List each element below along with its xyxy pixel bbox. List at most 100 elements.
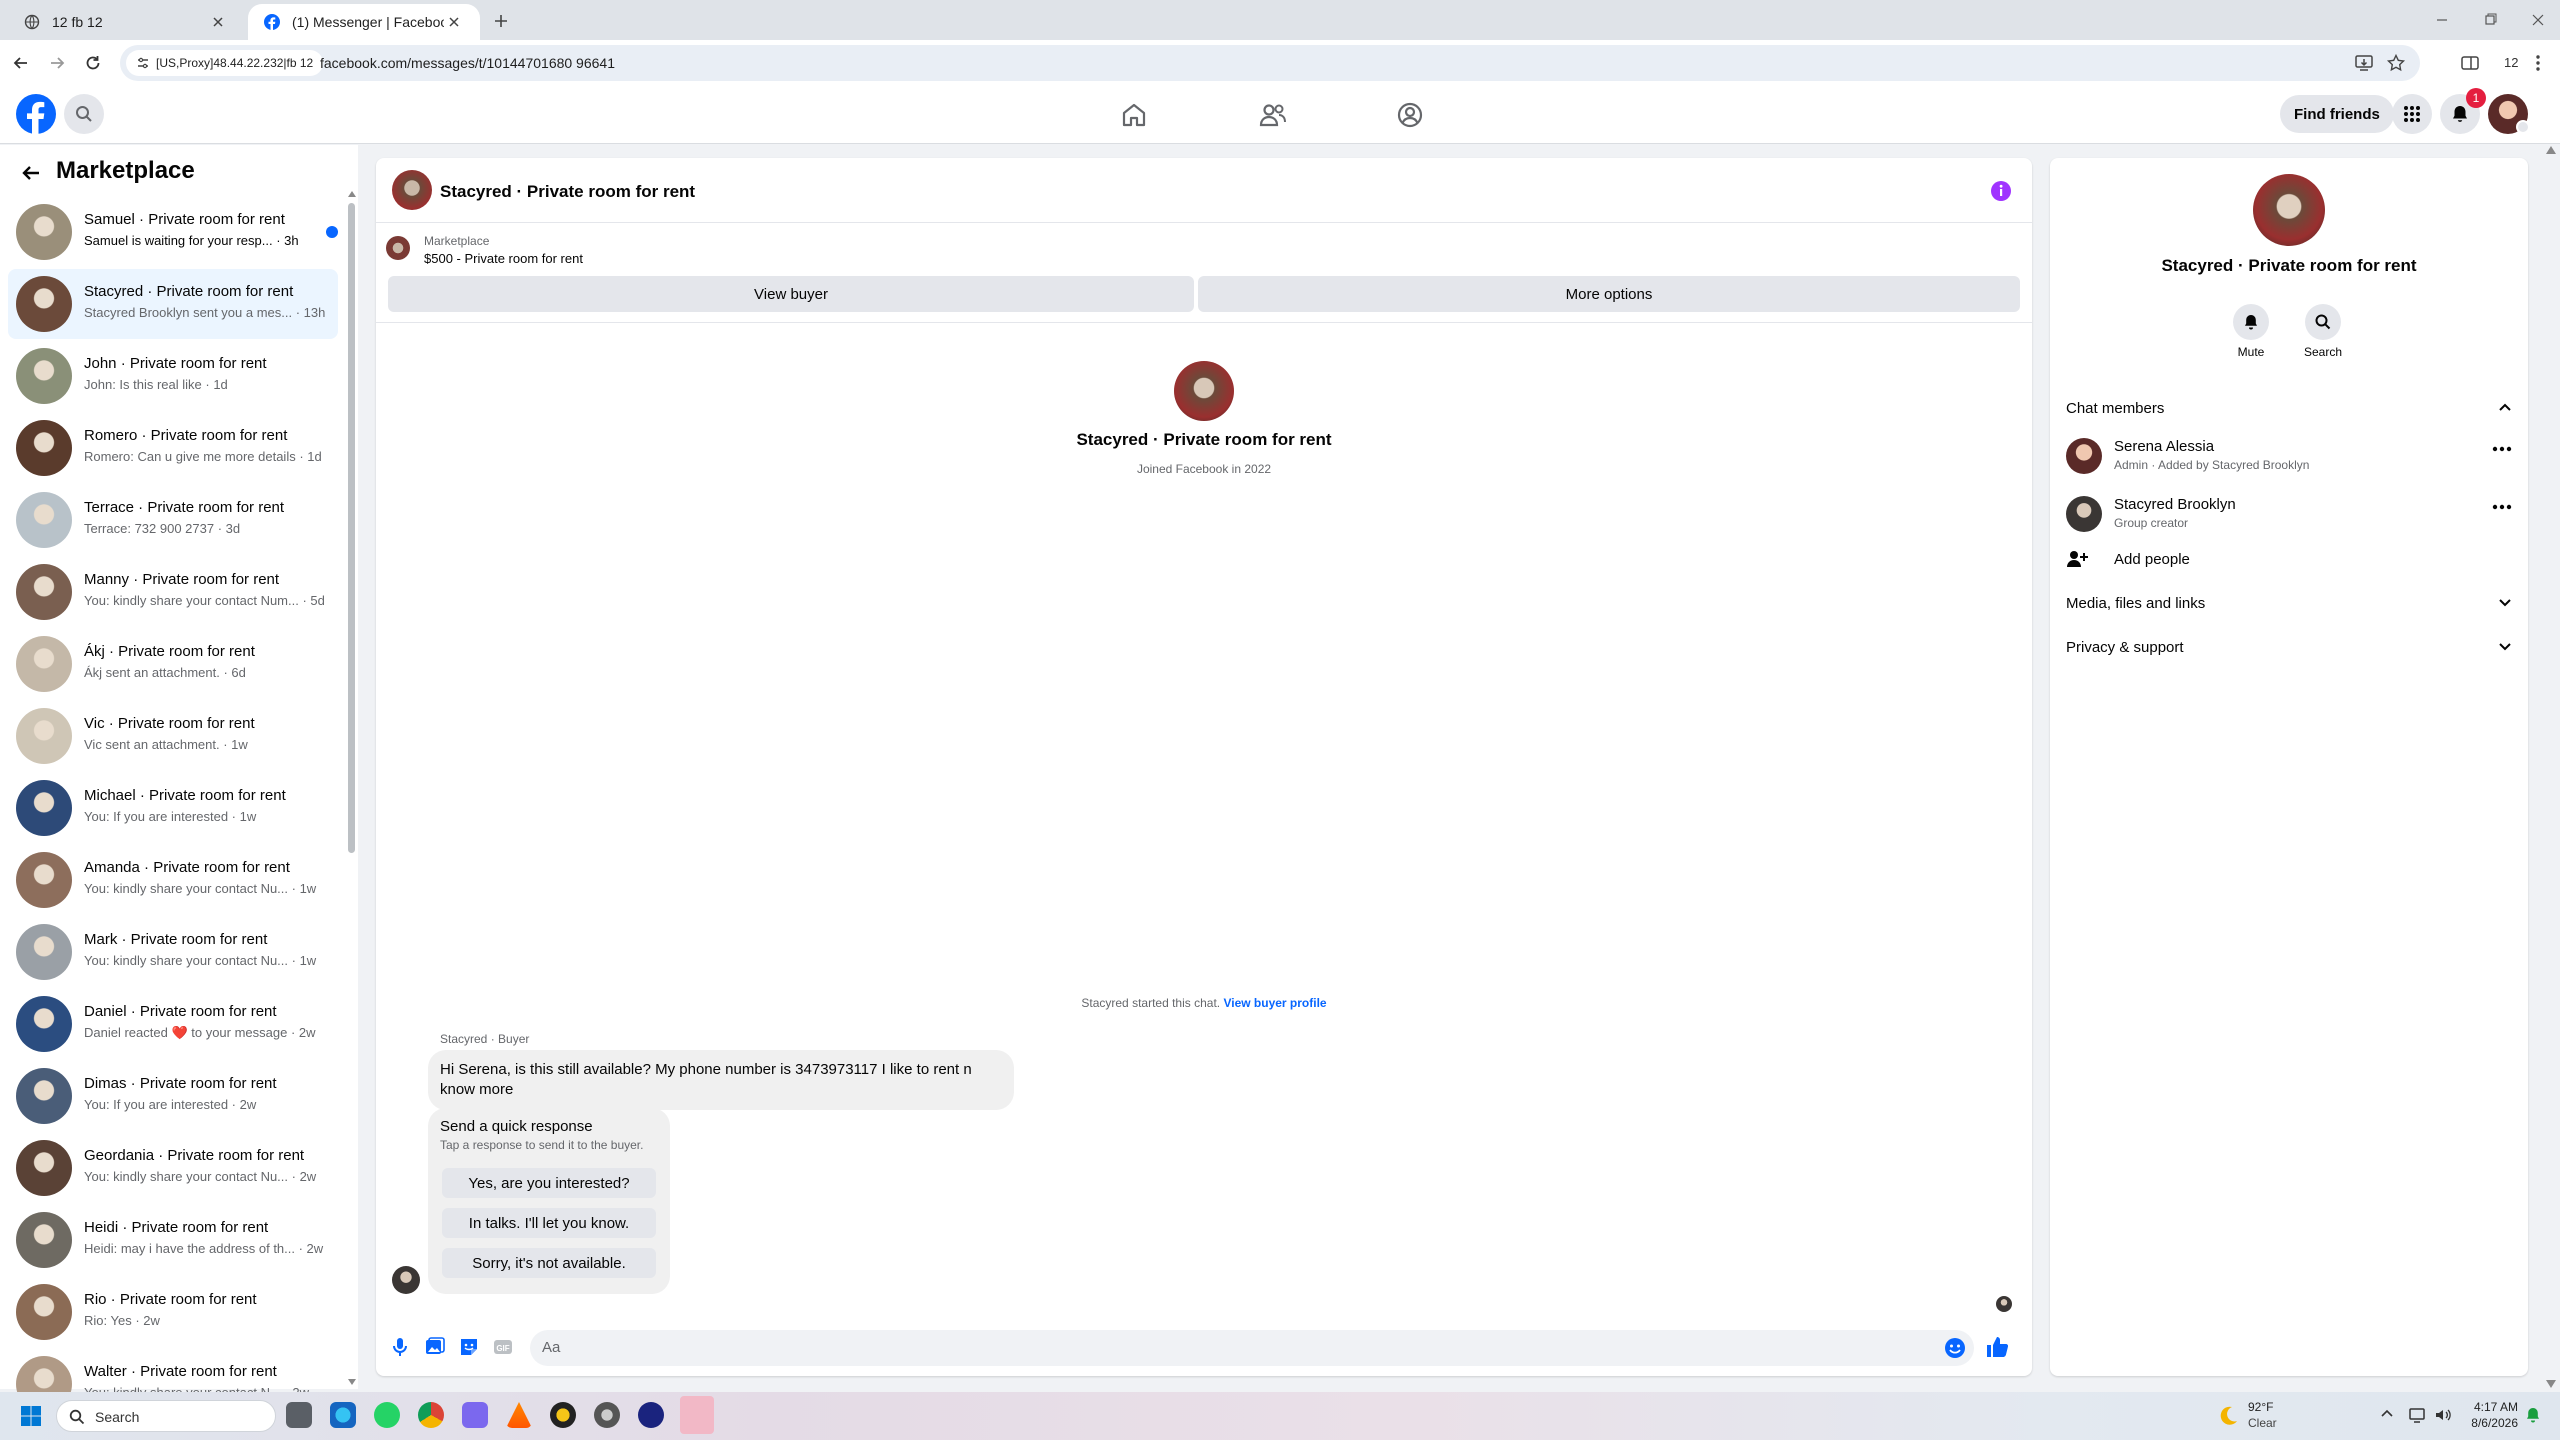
browser-tab-1[interactable]: 12 fb 12	[8, 4, 244, 40]
conversation-item[interactable]: Geordania · Private room for rent You: ki…	[8, 1133, 338, 1203]
gif-icon[interactable]: GIF	[492, 1336, 514, 1358]
page-scroll-down-icon[interactable]	[2546, 1380, 2556, 1388]
extensions-icon[interactable]	[2460, 53, 2480, 73]
view-buyer-button[interactable]: View buyer	[388, 276, 1194, 312]
sender-avatar[interactable]	[392, 1266, 420, 1294]
listing-title[interactable]: $500 - Private room for rent	[424, 251, 583, 266]
conversation-item[interactable]: Dimas · Private room for rent You: If you…	[8, 1061, 338, 1131]
reload-icon[interactable]	[78, 48, 108, 78]
taskbar-search[interactable]: Search	[56, 1400, 276, 1432]
message-bubble[interactable]: Hi Serena, is this still available? My p…	[428, 1050, 1014, 1110]
friends-icon[interactable]	[1258, 101, 1288, 129]
quick-response-option[interactable]: Sorry, it's not available.	[442, 1248, 656, 1278]
profile-icon[interactable]	[1396, 101, 1424, 129]
app-icon[interactable]	[550, 1402, 576, 1428]
media-files-links-header[interactable]: Media, files and links	[2066, 586, 2512, 620]
vlc-icon[interactable]	[506, 1402, 532, 1428]
sticker-icon[interactable]	[458, 1336, 480, 1358]
member-name: Serena Alessia	[2114, 438, 2215, 455]
quick-response-option[interactable]: In talks. I'll let you know.	[442, 1208, 656, 1238]
whatsapp-icon[interactable]	[374, 1402, 400, 1428]
home-icon[interactable]	[1120, 101, 1148, 129]
page-scroll-up-icon[interactable]	[2546, 146, 2556, 154]
close-tab-icon[interactable]	[208, 12, 228, 32]
close-window-icon[interactable]	[2528, 12, 2548, 28]
conversation-item[interactable]: Samuel · Private room for rent Samuel is …	[8, 197, 338, 267]
clock-date[interactable]: 8/6/2026	[2458, 1416, 2518, 1430]
notification-bell-icon[interactable]	[2524, 1406, 2542, 1424]
weather-moon-icon[interactable]	[2216, 1404, 2240, 1428]
conversation-item[interactable]: Ákj · Private room for rent Ákj sent an a…	[8, 629, 338, 699]
message-input[interactable]: Aa	[530, 1330, 1974, 1366]
back-arrow-icon[interactable]	[6, 48, 36, 78]
view-buyer-profile-link[interactable]: View buyer profile	[1223, 996, 1326, 1010]
profile-badge[interactable]: 12	[2504, 55, 2518, 70]
proxy-chip[interactable]: [US,Proxy]48.44.22.232|fb 12	[126, 50, 324, 76]
buyer-profile-avatar[interactable]	[1174, 361, 1234, 421]
thumbs-up-icon[interactable]	[1984, 1334, 2010, 1360]
network-icon[interactable]	[2408, 1406, 2426, 1424]
conversation-item[interactable]: Rio · Private room for rent Rio: Yes · 2w	[8, 1277, 338, 1347]
conversation-list-scrollbar[interactable]	[348, 203, 355, 853]
emoji-icon[interactable]	[1944, 1337, 1966, 1359]
clock-time[interactable]: 4:17 AM	[2468, 1400, 2518, 1414]
install-app-icon[interactable]	[2354, 53, 2374, 73]
member-row[interactable]: Serena Alessia Admin · Added by Stacyred…	[2066, 432, 2512, 484]
back-arrow-icon[interactable]	[20, 162, 42, 184]
info-icon[interactable]	[1990, 180, 2012, 202]
edge-icon[interactable]	[330, 1402, 356, 1428]
find-friends-button[interactable]: Find friends	[2280, 95, 2394, 133]
conversation-item[interactable]: Mark · Private room for rent You: kindly …	[8, 917, 338, 987]
forward-arrow-icon[interactable]	[42, 48, 72, 78]
minimize-icon[interactable]	[2432, 12, 2452, 28]
chat-title[interactable]: Stacyred · Private room for rent	[440, 182, 695, 202]
add-people-button[interactable]: Add people	[2066, 542, 2512, 576]
windows-start-icon[interactable]	[20, 1405, 42, 1427]
search-facebook-button[interactable]	[64, 94, 104, 134]
facebook-logo-icon[interactable]	[16, 94, 56, 134]
mute-button[interactable]	[2233, 304, 2269, 340]
conversation-item[interactable]: Stacyred · Private room for rent Stacyred…	[8, 269, 338, 339]
conversation-item[interactable]: Heidi · Private room for rent Heidi: may …	[8, 1205, 338, 1275]
more-options-icon[interactable]	[2492, 504, 2512, 510]
photo-icon[interactable]	[424, 1336, 446, 1358]
close-tab-icon[interactable]	[444, 12, 464, 32]
conversation-item[interactable]: Romero · Private room for rent Romero: Ca…	[8, 413, 338, 483]
new-tab-icon[interactable]	[490, 10, 512, 32]
settings-gear-icon[interactable]	[594, 1402, 620, 1428]
listing-thumbnail[interactable]	[386, 236, 410, 260]
browser-profile-icon[interactable]	[638, 1402, 664, 1428]
chat-avatar[interactable]	[392, 170, 432, 210]
chevron-down-icon[interactable]	[2516, 120, 2530, 134]
active-app-icon[interactable]	[680, 1396, 714, 1434]
details-avatar[interactable]	[2253, 174, 2325, 246]
search-conversation-button[interactable]	[2305, 304, 2341, 340]
chevron-up-icon[interactable]	[2380, 1408, 2394, 1418]
chat-members-header[interactable]: Chat members	[2066, 392, 2512, 426]
bookmark-star-icon[interactable]	[2386, 53, 2406, 73]
member-row[interactable]: Stacyred Brooklyn Group creator	[2066, 490, 2512, 542]
more-options-icon[interactable]	[2492, 446, 2512, 452]
restore-icon[interactable]	[2480, 12, 2500, 28]
conversation-item[interactable]: Manny · Private room for rent You: kindly…	[8, 557, 338, 627]
conversation-item[interactable]: Amanda · Private room for rent You: kindl…	[8, 845, 338, 915]
quick-response-option[interactable]: Yes, are you interested?	[442, 1168, 656, 1198]
volume-icon[interactable]	[2434, 1406, 2452, 1424]
scroll-up-icon[interactable]	[348, 191, 356, 199]
privacy-support-header[interactable]: Privacy & support	[2066, 630, 2512, 664]
menu-button[interactable]	[2392, 94, 2432, 134]
scroll-down-icon[interactable]	[348, 1379, 356, 1387]
conversation-item[interactable]: Daniel · Private room for rent Daniel rea…	[8, 989, 338, 1059]
browser-menu-icon[interactable]	[2530, 53, 2546, 73]
address-bar[interactable]: [US,Proxy]48.44.22.232|fb 12 facebook.co…	[120, 45, 2420, 81]
browser-tab-2[interactable]: (1) Messenger | Facebook	[248, 4, 480, 40]
conversation-item[interactable]: Michael · Private room for rent You: If y…	[8, 773, 338, 843]
microphone-icon[interactable]	[390, 1336, 410, 1358]
task-view-icon[interactable]	[286, 1402, 312, 1428]
chrome-icon[interactable]	[418, 1402, 444, 1428]
conversation-item[interactable]: Vic · Private room for rent Vic sent an a…	[8, 701, 338, 771]
app-icon[interactable]	[462, 1402, 488, 1428]
more-options-button[interactable]: More options	[1198, 276, 2020, 312]
conversation-item[interactable]: John · Private room for rent John: Is thi…	[8, 341, 338, 411]
conversation-item[interactable]: Terrace · Private room for rent Terrace: …	[8, 485, 338, 555]
